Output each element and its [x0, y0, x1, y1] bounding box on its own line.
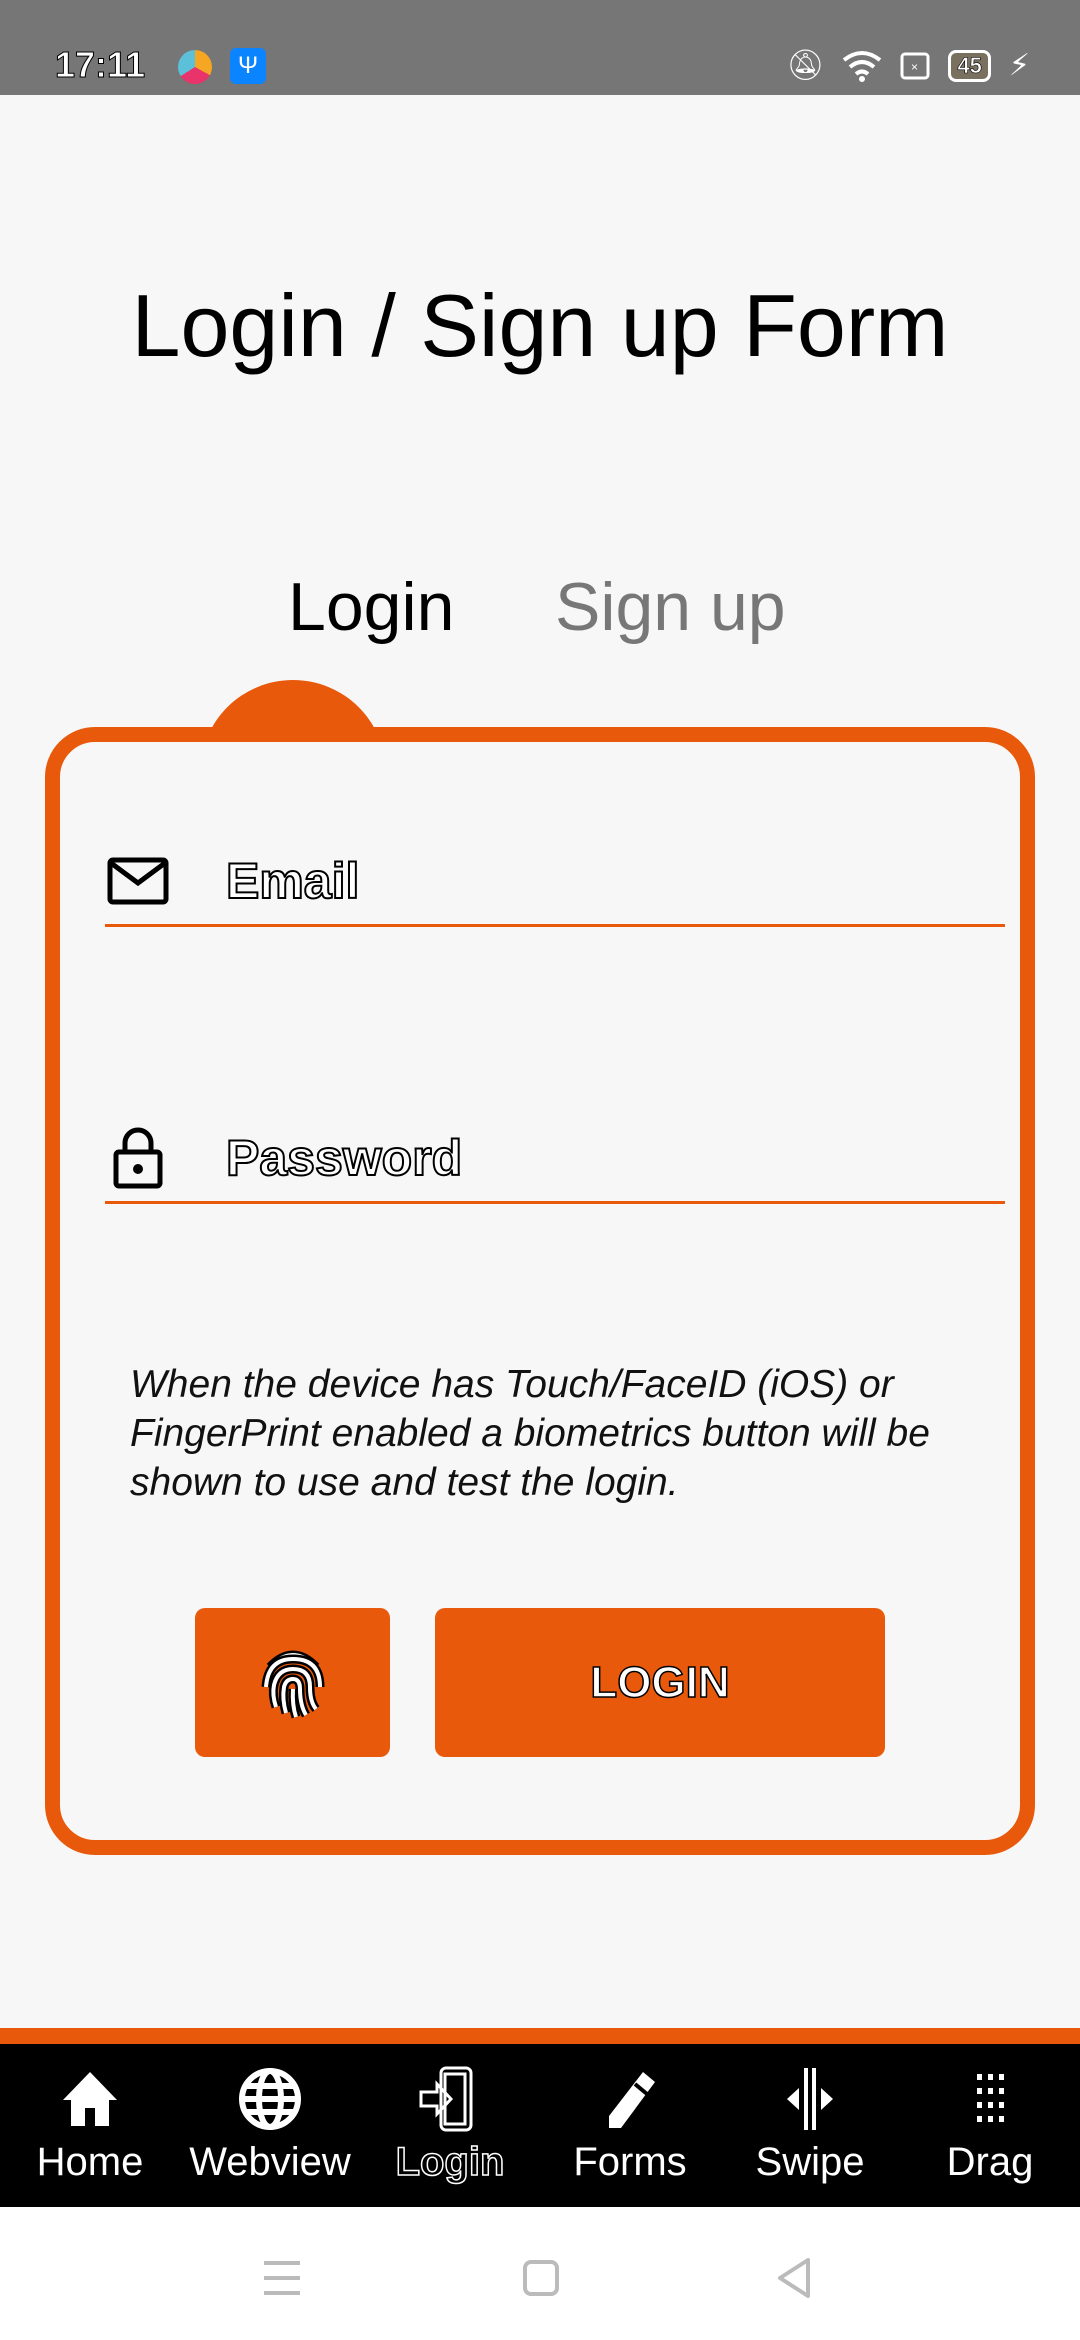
system-navigation-bar [0, 2207, 1080, 2340]
charging-icon: ⚡︎ [1008, 49, 1030, 82]
wifi-icon [843, 50, 882, 82]
pencil-icon [609, 2072, 655, 2128]
mute-icon: 🔕︎ [786, 49, 825, 82]
no-sim-icon: × [900, 52, 930, 79]
menu-icon[interactable] [262, 2260, 302, 2296]
nav-accent-stripe [0, 2028, 1080, 2044]
page-title: Login / Sign up Form [131, 276, 949, 375]
app-notification-icon [178, 50, 212, 84]
biometrics-info-text: When the device has Touch/FaceID (iOS) o… [130, 1363, 930, 1504]
nav-item-drag[interactable]: Drag [900, 2044, 1080, 2207]
email-input[interactable]: Email [225, 852, 360, 910]
usb-icon: Ψ [230, 48, 266, 84]
lock-icon [105, 1127, 171, 1188]
globe-icon [239, 2068, 301, 2130]
login-button[interactable]: LOGIN [435, 1608, 885, 1757]
login-icon [419, 2066, 473, 2132]
battery-icon: 45 [948, 49, 991, 82]
nav-item-swipe[interactable]: Swipe [720, 2044, 900, 2207]
status-time: 17:11 [54, 44, 146, 86]
nav-item-home[interactable]: Home [0, 2044, 180, 2207]
fingerprint-icon [261, 1650, 324, 1718]
nav-item-login[interactable]: Login [360, 2044, 540, 2207]
login-form-card: Email Password When the device has Touch… [45, 727, 1035, 1855]
drag-icon [977, 2074, 1004, 2122]
nav-item-forms[interactable]: Forms [540, 2044, 720, 2207]
password-input[interactable]: Password [225, 1129, 463, 1187]
password-field[interactable]: Password [105, 1114, 1005, 1204]
bottom-tab-bar: Home Webview Login Forms Swipe Drag [0, 2044, 1080, 2207]
home-button-icon[interactable] [522, 2259, 560, 2297]
email-icon [105, 851, 171, 911]
svg-text:×: × [911, 60, 918, 74]
tab-signup[interactable]: Sign up [555, 568, 786, 646]
home-icon [63, 2072, 117, 2126]
back-icon[interactable] [775, 2257, 813, 2299]
nav-item-webview[interactable]: Webview [180, 2044, 360, 2207]
status-bar: 17:11 Ψ 🔕︎ × 45 ⚡︎ [0, 0, 1080, 95]
swipe-icon [787, 2068, 833, 2130]
tab-login[interactable]: Login [288, 568, 454, 646]
biometrics-button[interactable] [195, 1608, 390, 1757]
email-field[interactable]: Email [105, 837, 1005, 927]
